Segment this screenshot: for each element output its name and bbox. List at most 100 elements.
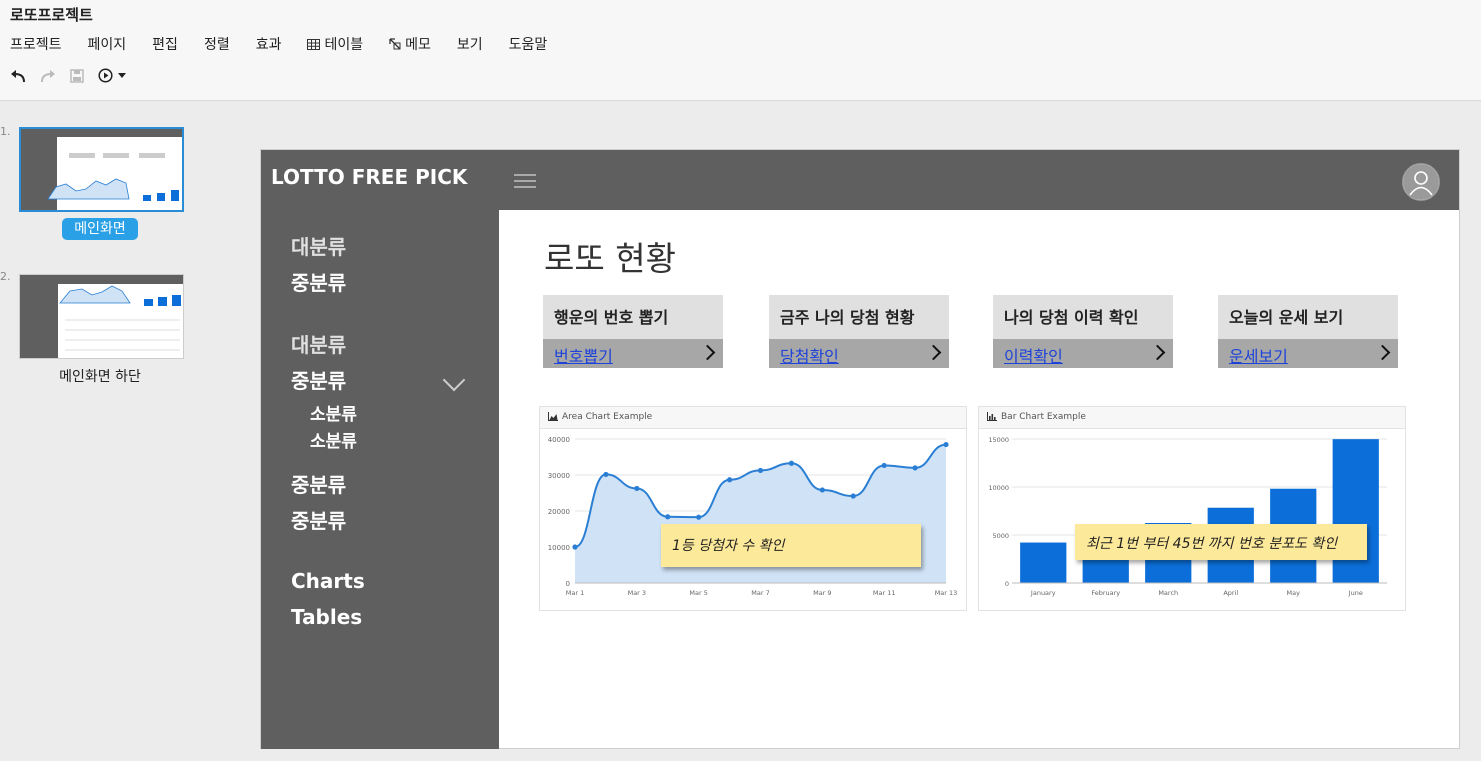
bar[interactable] <box>1020 542 1067 583</box>
menu-help[interactable]: 도움말 <box>509 34 548 54</box>
card-title: 행운의 번호 뽑기 <box>554 308 669 327</box>
sidebar-item-mid[interactable]: 중분류 <box>291 365 346 394</box>
y-tick-label: 5000 <box>992 532 1009 540</box>
toolbar <box>10 68 126 83</box>
data-point[interactable] <box>912 465 918 471</box>
chevron-right-icon[interactable] <box>1374 344 1391 361</box>
sidebar-item-mid[interactable]: 중분류 <box>291 267 346 296</box>
site-sidebar: 대분류 중분류 대분류 중분류 소분류 소분류 중분류 중분류 Charts T… <box>261 210 499 749</box>
redo-icon <box>41 69 55 82</box>
data-point[interactable] <box>696 514 702 520</box>
feature-card: 금주 나의 당첨 현황 당첨확인 <box>769 295 949 368</box>
sidebar-item-minor[interactable]: 소분류 <box>310 427 357 452</box>
chevron-down-icon[interactable] <box>442 368 466 392</box>
sticky-note[interactable]: 1등 당첨자 수 확인 <box>661 524 921 567</box>
bar[interactable] <box>1332 439 1379 583</box>
menu-page[interactable]: 페이지 <box>88 34 127 54</box>
card-title: 금주 나의 당첨 현황 <box>780 308 915 327</box>
play-icon <box>98 68 113 83</box>
card-footer[interactable]: 운세보기 <box>1218 339 1398 368</box>
chevron-right-icon[interactable] <box>699 344 716 361</box>
undo-button[interactable] <box>10 69 26 83</box>
page-number: 1. <box>0 125 11 138</box>
card-title: 나의 당첨 이력 확인 <box>1004 308 1139 327</box>
sidebar-item-major[interactable]: 대분류 <box>291 231 346 260</box>
data-point[interactable] <box>665 514 671 520</box>
card-footer[interactable]: 당첨확인 <box>769 339 949 368</box>
menu-label: 프로젝트 <box>10 37 62 53</box>
hamburger-icon[interactable] <box>514 174 536 192</box>
y-tick-label: 20000 <box>548 508 570 516</box>
chart-header: Area Chart Example <box>540 407 966 429</box>
y-tick-label: 40000 <box>548 436 570 444</box>
sidebar-item-mid[interactable]: 중분류 <box>291 469 346 498</box>
sidebar-item-minor[interactable]: 소분류 <box>310 400 357 425</box>
chevron-right-icon[interactable] <box>1149 344 1166 361</box>
menu-arrange[interactable]: 정렬 <box>204 34 230 54</box>
save-button[interactable] <box>70 68 84 83</box>
card-footer[interactable]: 이력확인 <box>993 339 1173 368</box>
card-link[interactable]: 번호뽑기 <box>554 343 613 367</box>
app-header: 로또프로젝트 프로젝트 페이지 편집 정렬 효과 테이블 메모 보기 도움말 <box>0 0 1481 101</box>
sidebar-item-tables[interactable]: Tables <box>291 605 362 629</box>
page-canvas[interactable]: LOTTO FREE PICK 대분류 중분류 대분류 중분류 소분류 소분류 … <box>260 149 1460 749</box>
memo-icon <box>389 38 401 50</box>
table-icon <box>307 38 321 50</box>
y-tick-label: 10000 <box>548 544 570 552</box>
x-tick-label: March <box>1158 589 1178 597</box>
page-thumbnail-2[interactable] <box>19 274 184 359</box>
data-point[interactable] <box>819 487 825 493</box>
menu-edit[interactable]: 편집 <box>152 34 178 54</box>
menu-bar: 프로젝트 페이지 편집 정렬 효과 테이블 메모 보기 도움말 <box>10 34 573 54</box>
data-point[interactable] <box>634 485 640 492</box>
y-tick-label: 15000 <box>988 436 1009 444</box>
x-tick-label: Mar 1 <box>566 589 584 597</box>
menu-label: 보기 <box>456 37 483 53</box>
data-point[interactable] <box>943 441 949 448</box>
data-point[interactable] <box>788 460 795 466</box>
avatar[interactable] <box>1402 163 1440 201</box>
x-tick-label: May <box>1287 589 1301 597</box>
y-tick-label: 10000 <box>988 484 1009 492</box>
card-link[interactable]: 운세보기 <box>1229 343 1288 367</box>
card-link[interactable]: 이력확인 <box>1004 343 1063 367</box>
area-chart-icon <box>548 412 558 421</box>
feature-card: 행운의 번호 뽑기 번호뽑기 <box>543 295 723 368</box>
menu-view[interactable]: 보기 <box>457 34 483 54</box>
menu-effect[interactable]: 효과 <box>256 34 282 54</box>
chart-title: Bar Chart Example <box>1001 412 1086 422</box>
site-brand[interactable]: LOTTO FREE PICK <box>271 165 467 189</box>
area-chart: 0 10000 20000 30000 40000 Mar 1 Mar 3 Mar 5 Mar … <box>548 436 958 597</box>
feature-card: 오늘의 운세 보기 운세보기 <box>1218 295 1398 368</box>
redo-button[interactable] <box>40 69 56 83</box>
y-tick-label: 30000 <box>548 472 570 480</box>
data-point[interactable] <box>603 471 609 478</box>
data-point[interactable] <box>726 477 733 483</box>
card-link[interactable]: 당첨확인 <box>780 343 839 367</box>
card-footer[interactable]: 번호뽑기 <box>543 339 723 368</box>
sidebar-item-major[interactable]: 대분류 <box>291 329 346 358</box>
data-point[interactable] <box>757 467 764 474</box>
note-text: 최근 1번 부터 45번 까지 번호 분포도 확인 <box>1086 536 1338 552</box>
page-thumbnail-1[interactable] <box>19 127 184 212</box>
page-label-2[interactable]: 메인화면 하단 <box>0 366 200 386</box>
page-title: 로또 현황 <box>544 239 676 278</box>
undo-icon <box>11 69 25 82</box>
sidebar-item-mid[interactable]: 중분류 <box>291 505 346 534</box>
menu-project[interactable]: 프로젝트 <box>10 34 62 54</box>
menu-table[interactable]: 테이블 <box>307 34 363 54</box>
menu-label: 효과 <box>255 37 282 53</box>
menu-memo[interactable]: 메모 <box>389 34 431 54</box>
sticky-note[interactable]: 최근 1번 부터 45번 까지 번호 분포도 확인 <box>1075 524 1367 560</box>
x-tick-label: June <box>1348 589 1363 597</box>
data-point[interactable] <box>881 462 887 469</box>
page-label-1[interactable]: 메인화면 <box>0 218 200 240</box>
data-point[interactable] <box>572 544 578 550</box>
page-number: 2. <box>0 270 11 283</box>
data-point[interactable] <box>850 493 856 499</box>
chevron-right-icon[interactable] <box>925 344 942 361</box>
play-button[interactable] <box>98 68 126 83</box>
x-tick-label: Mar 5 <box>689 589 707 597</box>
x-tick-label: Mar 7 <box>751 589 769 597</box>
sidebar-item-charts[interactable]: Charts <box>291 569 365 593</box>
